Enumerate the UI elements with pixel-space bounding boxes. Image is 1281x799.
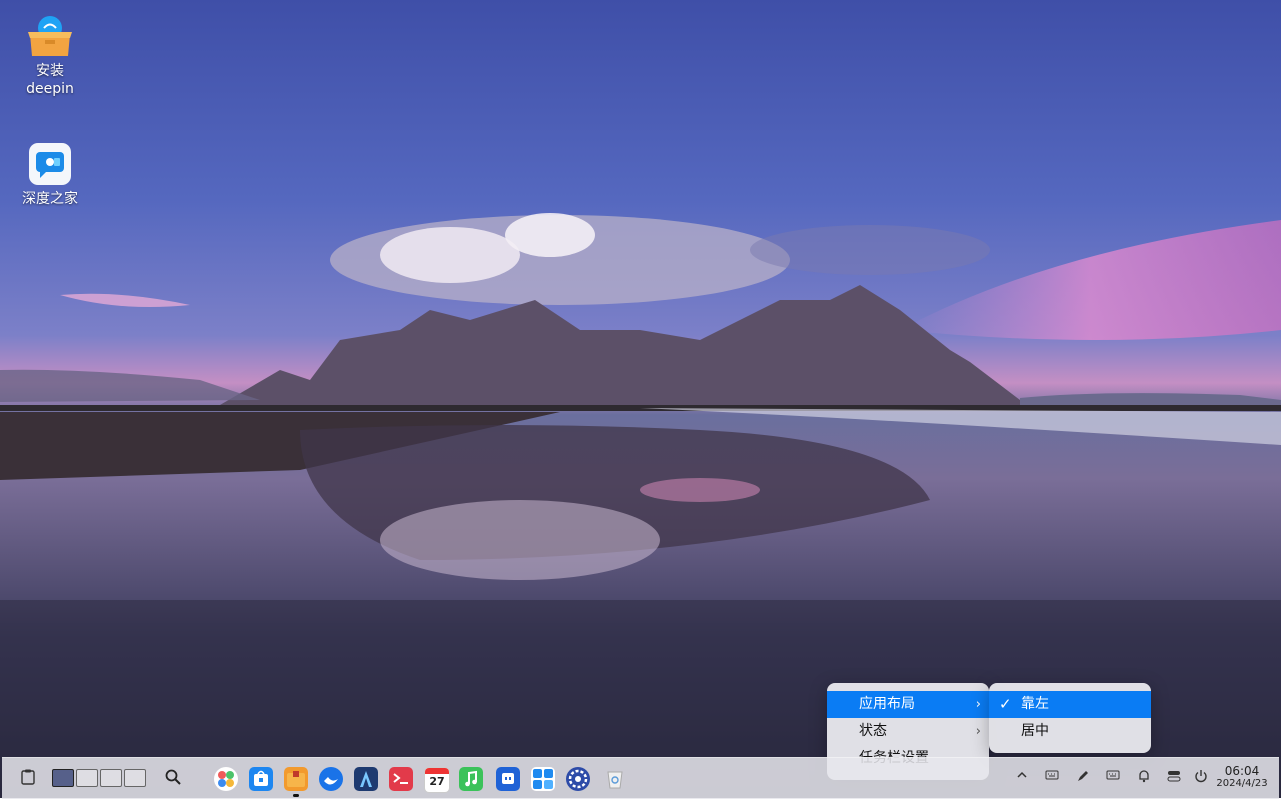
deepin-home-icon [28,142,72,186]
submenu-item-label: 靠左 [1021,696,1049,712]
clock-date: 2024/4/23 [1216,778,1268,789]
control-center-icon[interactable] [1165,769,1183,787]
workspace-3-thumbnail[interactable] [100,769,122,787]
notes-icon[interactable] [496,767,520,791]
submenu-item-label: 居中 [1021,723,1049,739]
submenu-item-center[interactable]: 居中 [989,718,1151,745]
text-editor-icon[interactable] [354,767,378,791]
settings-icon[interactable] [566,767,590,791]
desktop-wallpaper [0,0,1281,798]
calendar-day: 27 [429,775,445,788]
calculator-icon[interactable] [531,767,555,791]
workspace-1-thumbnail[interactable] [52,769,74,787]
app-layout-submenu: ✓ 靠左 居中 [989,683,1151,753]
chevron-right-icon: › [975,724,981,739]
menu-item-label: 状态 [859,723,887,739]
chevron-right-icon: › [975,697,981,712]
desktop-icon-install-deepin[interactable]: 安装 deepin [5,14,95,98]
desktop-icon-label: 深度之家 [22,191,78,207]
taskbar: 27 06:04 2024/4/23 [2,757,1279,799]
app-store-icon[interactable] [249,767,273,791]
launcher-icon[interactable] [214,767,238,791]
file-manager-icon[interactable] [284,767,308,791]
music-icon[interactable] [459,767,483,791]
terminal-icon[interactable] [389,767,413,791]
workspace-4-thumbnail[interactable] [124,769,146,787]
menu-item-app-layout[interactable]: 应用布局 › [827,691,989,718]
desktop-icon-deepin-home[interactable]: 深度之家 [5,142,95,208]
checkmark-icon: ✓ [999,695,1012,713]
clipboard-icon[interactable] [19,769,37,787]
menu-item-label: 应用布局 [859,696,915,712]
pen-icon[interactable] [1074,769,1092,787]
chevron-up-icon[interactable] [1013,769,1031,787]
workspace-2-thumbnail[interactable] [76,769,98,787]
keyboard-icon[interactable] [1104,769,1122,787]
running-indicator [293,794,299,797]
calendar-icon[interactable]: 27 [424,767,450,793]
clock[interactable]: 06:04 2024/4/23 [1216,765,1268,790]
power-icon[interactable] [1192,769,1210,787]
desktop-icon-label: 安装 [36,63,64,79]
menu-item-status[interactable]: 状态 › [827,718,989,745]
package-install-icon [28,14,72,58]
browser-icon[interactable] [319,767,343,791]
notification-bell-icon[interactable] [1135,769,1153,787]
search-icon[interactable] [164,769,182,787]
trash-icon[interactable] [603,767,627,791]
keyboard-layout-icon[interactable] [1043,769,1061,787]
submenu-item-align-left[interactable]: ✓ 靠左 [989,691,1151,718]
desktop-icon-label: deepin [26,81,74,97]
clock-time: 06:04 [1224,764,1260,778]
